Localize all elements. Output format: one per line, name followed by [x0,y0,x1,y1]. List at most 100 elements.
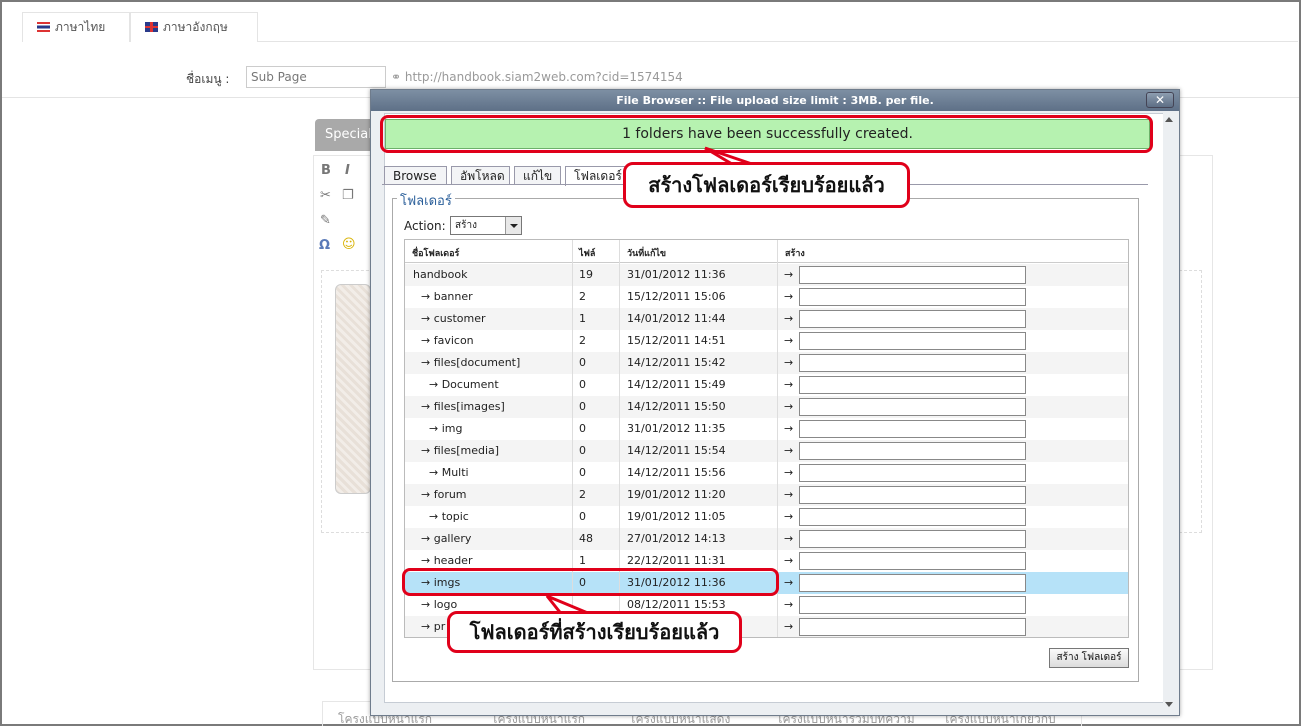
folder-name[interactable]: → files[media] [421,444,499,457]
column-header-name[interactable]: ชื่อโฟลเดอร์ [412,246,459,260]
italic-button[interactable]: I [345,163,350,178]
folder-name[interactable]: → files[document] [421,356,520,369]
close-button[interactable]: ✕ [1146,92,1174,108]
dialog-scrollbar[interactable] [1163,113,1177,711]
table-row[interactable]: → gallery 48 27/01/2012 14:13 → [405,528,1128,550]
folder-name[interactable]: → forum [421,488,467,501]
modified-date: 22/12/2011 11:31 [627,554,726,567]
new-folder-input[interactable] [799,376,1026,394]
bold-button[interactable]: B [321,163,331,178]
new-folder-input[interactable] [799,420,1026,438]
scroll-up-icon[interactable] [1165,117,1173,122]
folder-name[interactable]: handbook [413,268,467,281]
new-folder-input[interactable] [799,398,1026,416]
folder-name[interactable]: → Multi [429,466,469,479]
created-folder-callout: โฟลเดอร์ที่สร้างเรียบร้อยแล้ว [447,611,742,653]
modified-date: 14/12/2011 15:42 [627,356,726,369]
folder-name[interactable]: → logo [421,598,457,611]
table-row[interactable]: → banner 2 15/12/2011 15:06 → [405,286,1128,308]
tab-thai[interactable]: ภาษาไทย [22,12,130,42]
table-row[interactable]: → customer 1 14/01/2012 11:44 → [405,308,1128,330]
arrow-icon: → [784,312,794,325]
arrow-icon: → [784,620,794,633]
file-count: 48 [579,532,593,545]
new-folder-input[interactable] [799,552,1026,570]
copy-icon[interactable]: ❐ [342,188,354,203]
folder-name[interactable]: → files[images] [421,400,505,413]
new-folder-input[interactable] [799,508,1026,526]
table-row[interactable]: → favicon 2 15/12/2011 14:51 → [405,330,1128,352]
folder-name[interactable]: → header [421,554,472,567]
folder-name[interactable]: → gallery [421,532,471,545]
special-tab[interactable]: Special [315,119,375,151]
tab-english[interactable]: ภาษาอังกฤษ [130,12,258,42]
folder-name[interactable]: → banner [421,290,473,303]
new-folder-input[interactable] [799,288,1026,306]
menu-link[interactable]: ⚭ http://handbook.siam2web.com?cid=15741… [391,70,683,84]
modified-date: 14/12/2011 15:54 [627,444,726,457]
omega-icon[interactable]: Ω [319,238,330,253]
arrow-icon: → [784,532,794,545]
arrow-icon: → [784,488,794,501]
new-folder-input[interactable] [799,354,1026,372]
column-header-files[interactable]: ไฟล์ [579,246,595,260]
folder-name[interactable]: → img [429,422,462,435]
table-row[interactable]: → topic 0 19/01/2012 11:05 → [405,506,1128,528]
tab-edit[interactable]: แก้ไข [514,166,561,185]
arrow-icon: → [784,466,794,479]
new-folder-input[interactable] [799,332,1026,350]
menu-name-input[interactable]: Sub Page [246,66,386,88]
new-folder-input[interactable] [799,530,1026,548]
arrow-icon: → [784,290,794,303]
file-count: 2 [579,334,586,347]
cut-icon[interactable]: ✂ [320,188,331,203]
menu-link-url: http://handbook.siam2web.com?cid=1574154 [404,70,683,84]
file-count: 19 [579,268,593,281]
folder-name[interactable]: → pr [421,620,445,633]
link-icon: ⚭ [391,70,405,84]
new-folder-input[interactable] [799,310,1026,328]
table-row[interactable]: handbook 19 31/01/2012 11:36 → [405,264,1128,286]
table-row[interactable]: → files[images] 0 14/12/2011 15:50 → [405,396,1128,418]
folder-name[interactable]: → topic [429,510,469,523]
table-row[interactable]: → files[media] 0 14/12/2011 15:54 → [405,440,1128,462]
modified-date: 14/01/2012 11:44 [627,312,726,325]
file-count: 1 [579,312,586,325]
scroll-down-icon[interactable] [1165,702,1173,707]
table-row[interactable]: → img 0 31/01/2012 11:35 → [405,418,1128,440]
smiley-icon[interactable]: ☺ [342,237,356,252]
file-count: 0 [579,356,586,369]
new-folder-input[interactable] [799,574,1026,592]
table-row[interactable]: → forum 2 19/01/2012 11:20 → [405,484,1128,506]
new-folder-input[interactable] [799,596,1026,614]
new-folder-input[interactable] [799,486,1026,504]
create-folder-button[interactable]: สร้าง โฟลเดอร์ [1049,648,1129,668]
tab-english-label: ภาษาอังกฤษ [163,20,228,34]
column-header-date[interactable]: วันที่แก้ไข [627,246,666,260]
modified-date: 19/01/2012 11:05 [627,510,726,523]
table-row[interactable]: → Multi 0 14/12/2011 15:56 → [405,462,1128,484]
folder-name[interactable]: → favicon [421,334,474,347]
folder-name[interactable]: → Document [429,378,499,391]
tab-browse[interactable]: Browse [384,166,447,185]
action-select[interactable]: สร้าง [450,216,522,235]
tab-upload[interactable]: อัพโหลด [451,166,510,185]
new-folder-input[interactable] [799,266,1026,284]
new-folder-input[interactable] [799,618,1026,636]
arrow-icon: → [784,554,794,567]
folder-name[interactable]: → customer [421,312,486,325]
tab-thai-label: ภาษาไทย [55,20,106,34]
table-row[interactable]: → Document 0 14/12/2011 15:49 → [405,374,1128,396]
edit-icon[interactable]: ✎ [320,213,331,228]
chevron-down-icon[interactable] [505,217,521,234]
column-header-create[interactable]: สร้าง [785,246,805,260]
tab-folder[interactable]: โฟลเดอร์ [565,166,629,186]
new-folder-input[interactable] [799,464,1026,482]
dialog-title[interactable]: File Browser :: File upload size limit :… [371,90,1179,111]
modified-date: 31/01/2012 11:35 [627,422,726,435]
modified-date: 14/12/2011 15:56 [627,466,726,479]
file-count: 1 [579,554,586,567]
file-count: 0 [579,378,586,391]
new-folder-input[interactable] [799,442,1026,460]
table-row[interactable]: → files[document] 0 14/12/2011 15:42 → [405,352,1128,374]
